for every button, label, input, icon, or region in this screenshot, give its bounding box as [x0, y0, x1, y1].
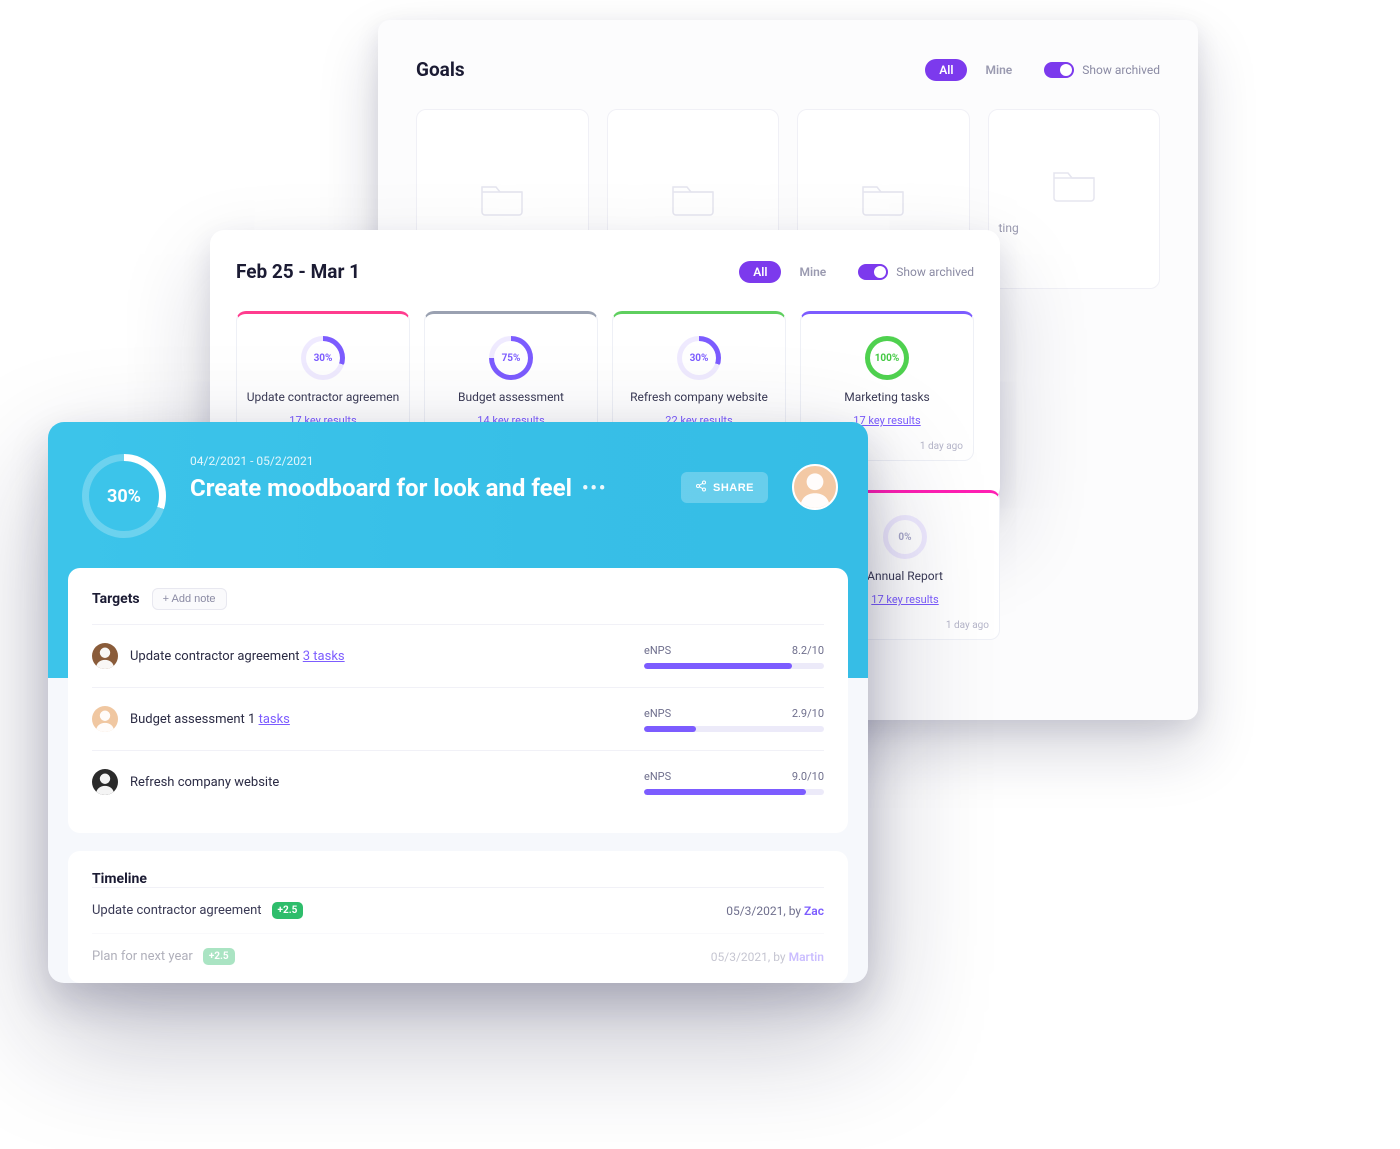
target-metric: eNPS 2.9/10 — [644, 707, 824, 732]
show-archived-label: Show archived — [896, 265, 974, 279]
progress-percent: 0% — [888, 520, 922, 554]
goals-filters: All Mine Show archived — [925, 59, 1160, 81]
show-archived-label: Show archived — [1082, 63, 1160, 77]
goal-card-label-partial: ting — [999, 221, 1019, 235]
folder-icon — [478, 177, 526, 221]
moodboard-title-text: Create moodboard for look and feel — [190, 474, 572, 502]
timeline-author[interactable]: Zac — [804, 904, 824, 918]
assignee-avatar — [92, 643, 118, 669]
delta-badge: +2.5 — [203, 948, 235, 965]
metric-label: eNPS — [644, 707, 671, 720]
targets-heading: Targets — [92, 591, 140, 607]
assignee-avatar — [92, 769, 118, 795]
metric-score: 2.9/10 — [792, 707, 824, 720]
progress-percent: 100% — [870, 341, 904, 375]
okr-title: Marketing tasks — [844, 390, 930, 404]
more-icon[interactable]: ••• — [582, 478, 607, 499]
progress-ring: 30% — [677, 336, 721, 380]
owner-avatar[interactable] — [792, 464, 838, 510]
progress-percent: 30% — [306, 341, 340, 375]
targets-header-row: Targets + Add note — [92, 588, 824, 610]
goals-title: Goals — [416, 58, 465, 81]
timeline-item-name: Update contractor agreement — [92, 903, 262, 918]
filter-all[interactable]: All — [925, 59, 967, 81]
share-button[interactable]: SHARE — [681, 472, 768, 503]
target-row[interactable]: Update contractor agreement 3 tasks eNPS… — [92, 624, 824, 687]
timeline-item-name: Plan for next year — [92, 949, 193, 964]
timeline-card: Timeline Update contractor agreement +2.… — [68, 851, 848, 983]
okr-title: Budget assessment — [458, 390, 564, 404]
progress-bar — [644, 726, 824, 732]
progress-ring: 0% — [883, 515, 927, 559]
target-name: Update contractor agreement 3 tasks — [130, 649, 345, 664]
filter-mine[interactable]: Mine — [971, 59, 1026, 81]
progress-ring: 75% — [489, 336, 533, 380]
show-archived-switch[interactable]: Show archived — [858, 264, 974, 280]
share-icon — [695, 480, 707, 495]
timeline-heading: Timeline — [92, 871, 824, 887]
tasks-link[interactable]: 3 tasks — [303, 649, 345, 664]
show-archived-switch[interactable]: Show archived — [1044, 62, 1160, 78]
progress-ring: 30% — [301, 336, 345, 380]
toggle-icon[interactable] — [858, 264, 888, 280]
target-metric: eNPS 8.2/10 — [644, 644, 824, 669]
moodboard-panel: 30% 04/2/2021 - 05/2/2021 Create moodboa… — [48, 422, 868, 983]
targets-card: Targets + Add note Update contractor agr… — [68, 568, 848, 833]
metric-label: eNPS — [644, 644, 671, 657]
card-timestamp: 1 day ago — [920, 441, 963, 452]
target-name: Refresh company website — [130, 775, 279, 790]
assignee-avatar — [92, 706, 118, 732]
folder-icon — [669, 177, 717, 221]
target-name: Budget assessment 1 tasks — [130, 712, 290, 727]
tasks-link[interactable]: tasks — [259, 712, 290, 727]
filter-all[interactable]: All — [739, 261, 781, 283]
week-filters: All Mine Show archived — [739, 261, 974, 283]
progress-ring: 100% — [865, 336, 909, 380]
share-label: SHARE — [713, 482, 754, 494]
target-row[interactable]: Budget assessment 1 tasks eNPS 2.9/10 — [92, 687, 824, 750]
view-filter-pills: All Mine — [739, 261, 840, 283]
progress-bar — [644, 789, 824, 795]
view-filter-pills: All Mine — [925, 59, 1026, 81]
target-metric: eNPS 9.0/10 — [644, 770, 824, 795]
add-note-button[interactable]: + Add note — [152, 588, 227, 610]
filter-mine[interactable]: Mine — [785, 261, 840, 283]
goal-card[interactable]: ting — [988, 109, 1161, 289]
date-range: 04/2/2021 - 05/2/2021 — [190, 454, 834, 468]
okr-key-results-link[interactable]: 17 key results — [871, 593, 938, 606]
folder-icon — [859, 177, 907, 221]
okr-title: Annual Report — [867, 569, 943, 583]
progress-ring-large: 30% — [82, 454, 166, 538]
metric-label: eNPS — [644, 770, 671, 783]
delta-badge: +2.5 — [272, 902, 304, 919]
okr-title: Refresh company website — [630, 390, 768, 404]
toggle-icon[interactable] — [1044, 62, 1074, 78]
target-row[interactable]: Refresh company website eNPS 9.0/10 — [92, 750, 824, 813]
goals-header: Goals All Mine Show archived — [416, 58, 1160, 81]
timeline-meta: 05/3/2021, by Zac — [726, 904, 824, 918]
week-title: Feb 25 - Mar 1 — [236, 260, 360, 283]
progress-bar — [644, 663, 824, 669]
progress-percent: 30% — [89, 461, 159, 531]
progress-percent: 30% — [682, 341, 716, 375]
timeline-row[interactable]: Plan for next year +2.5 05/3/2021, by Ma… — [92, 933, 824, 979]
okr-title: Update contractor agreemen — [247, 390, 400, 404]
progress-percent: 75% — [494, 341, 528, 375]
card-timestamp: 1 day ago — [946, 620, 989, 631]
folder-icon — [1050, 163, 1098, 207]
timeline-row[interactable]: Update contractor agreement +2.5 05/3/20… — [92, 887, 824, 933]
metric-score: 8.2/10 — [792, 644, 824, 657]
week-header: Feb 25 - Mar 1 All Mine Show archived — [236, 260, 974, 283]
timeline-meta: 05/3/2021, by Martin — [711, 950, 824, 964]
timeline-author[interactable]: Martin — [789, 950, 824, 964]
metric-score: 9.0/10 — [792, 770, 824, 783]
